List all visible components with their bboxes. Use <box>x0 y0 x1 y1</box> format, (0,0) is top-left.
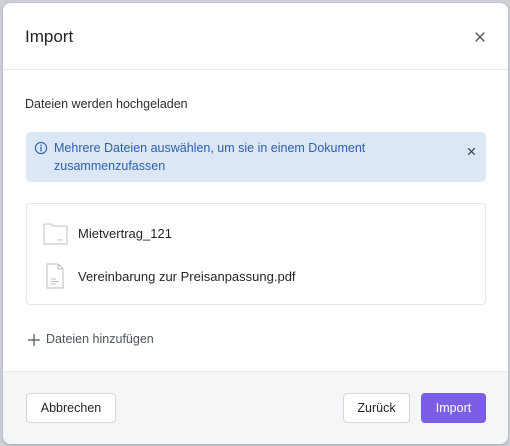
import-button[interactable]: Import <box>421 393 486 423</box>
file-name: Mietvertrag_121 <box>78 226 172 241</box>
close-icon[interactable] <box>472 29 488 45</box>
document-icon <box>42 263 68 289</box>
add-files-button[interactable]: Dateien hinzufügen <box>27 330 154 348</box>
add-files-label: Dateien hinzufügen <box>46 332 154 346</box>
plus-icon <box>27 333 41 347</box>
info-icon <box>34 141 48 155</box>
dialog-header: Import <box>3 3 508 70</box>
file-name: Vereinbarung zur Preisanpassung.pdf <box>78 269 296 284</box>
dialog-body: Dateien werden hochgeladen Mehrere Datei… <box>3 70 508 373</box>
dialog-title: Import <box>25 27 74 46</box>
back-button[interactable]: Zurück <box>343 393 410 423</box>
dialog-footer: Abbrechen Zurück Import <box>3 371 508 444</box>
info-banner: Mehrere Dateien auswählen, um sie in ein… <box>26 132 486 182</box>
upload-status-text: Dateien werden hochgeladen <box>25 97 188 111</box>
list-item[interactable]: Mietvertrag_121 <box>27 218 485 248</box>
info-banner-text: Mehrere Dateien auswählen, um sie in ein… <box>54 141 366 173</box>
banner-close-icon[interactable] <box>467 143 476 156</box>
file-list: Mietvertrag_121 Vereinbarung zur Preisan… <box>26 203 486 305</box>
cancel-button[interactable]: Abbrechen <box>26 393 116 423</box>
folder-icon <box>42 220 68 246</box>
import-dialog: Import Dateien werden hochgeladen Mehrer… <box>3 3 508 444</box>
list-item[interactable]: Vereinbarung zur Preisanpassung.pdf <box>27 261 485 291</box>
